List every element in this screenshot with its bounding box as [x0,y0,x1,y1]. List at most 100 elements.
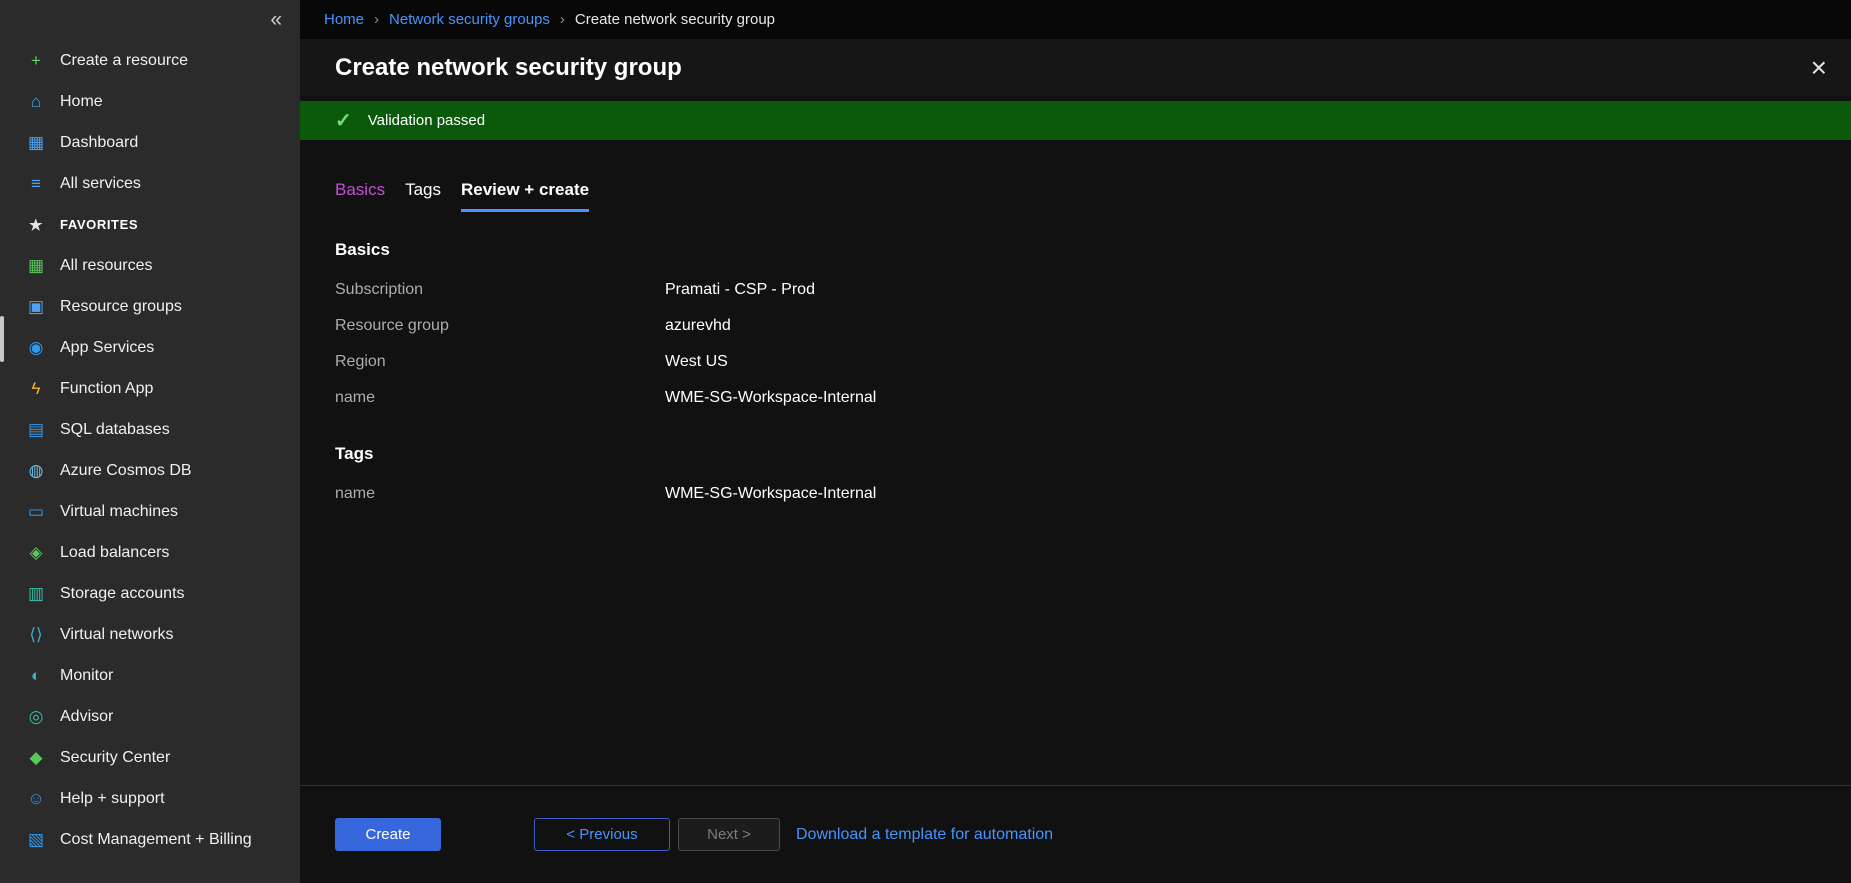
row-value: Pramati - CSP - Prod [665,281,815,299]
sidebar-collapse-button[interactable]: « [0,0,300,40]
review-row-subscription: SubscriptionPramati - CSP - Prod [335,272,1851,308]
all-services-icon: ≡ [24,174,48,194]
sidebar-scrollbar-thumb[interactable] [0,316,4,362]
sidebar-item-security-center[interactable]: ◆ Security Center [0,737,300,778]
virtual-machine-icon: ▭ [24,502,48,522]
row-value: WME-SG-Workspace-Internal [665,389,876,407]
breadcrumb-item-network-security-groups[interactable]: Network security groups [389,11,550,28]
previous-button[interactable]: < Previous [534,818,670,851]
plus-icon: + [24,51,48,71]
sidebar-item-monitor[interactable]: ◐ Monitor [0,655,300,696]
sidebar-item-function-app[interactable]: ϟ Function App [0,368,300,409]
star-icon: ★ [24,216,48,234]
all-resources-icon: ▦ [24,256,48,276]
main-panel: Home › Network security groups › Create netw… [300,0,1851,883]
sidebar-item-label: Virtual networks [60,626,174,644]
sidebar-item-label: SQL databases [60,421,170,439]
sidebar-item-label: App Services [60,339,154,357]
section-tags: Tags nameWME-SG-Workspace-Internal [335,444,1851,512]
sidebar-item-label: Load balancers [60,544,169,562]
resource-groups-icon: ▣ [24,297,48,317]
review-row-region: RegionWest US [335,344,1851,380]
load-balancer-icon: ◈ [24,543,48,563]
breadcrumb-item-home[interactable]: Home [324,11,364,28]
sidebar-item-advisor[interactable]: ◎Advisor [0,696,300,737]
sidebar-item-load-balancers[interactable]: ◈ Load balancers [0,532,300,573]
cosmos-db-icon: ◍ [24,461,48,481]
sidebar-item-label: Virtual machines [60,503,178,521]
virtual-network-icon: ⟨⟩ [24,625,48,645]
sidebar-item-dashboard[interactable]: ▦Dashboard [0,122,300,163]
sidebar-item-label: Help + support [60,790,165,808]
row-value: azurevhd [665,317,731,335]
collapse-chevron-icon: « [270,8,282,32]
sidebar-item-app-services[interactable]: ◉ App Services [0,327,300,368]
storage-account-icon: ▥ [24,584,48,604]
sidebar-item-label: Security Center [60,749,170,767]
sidebar-item-label: Home [60,93,103,111]
section-title: Basics [335,240,1851,260]
tab-review-create[interactable]: Review + create [461,180,589,212]
section-basics: BasicsSubscriptionPramati - CSP - ProdRe… [335,240,1851,416]
sidebar-item-label: Resource groups [60,298,182,316]
row-label: Region [335,353,665,371]
create-button[interactable]: Create [335,818,441,851]
sidebar: « +Create a resource⌂Home▦Dashboard≡All … [0,0,300,883]
breadcrumb-item-create-network-security-group: Create network security group [575,11,775,28]
download-template-link[interactable]: Download a template for automation [796,826,1053,844]
sidebar-item-label: Storage accounts [60,585,185,603]
security-center-icon: ◆ [24,748,48,768]
app-services-icon: ◉ [24,338,48,358]
section-title: Tags [335,444,1851,464]
monitor-icon: ◐ [24,666,48,686]
sidebar-item-label: All resources [60,257,152,275]
breadcrumb: Home › Network security groups › Create netw… [300,0,1851,39]
review-row-resource-group: Resource groupazurevhd [335,308,1851,344]
sidebar-item-label: Monitor [60,667,113,685]
page-header: Create network security group × [300,39,1851,96]
breadcrumb-separator-icon: › [374,11,379,28]
row-label: Resource group [335,317,665,335]
sidebar-item-cost-management-billing[interactable]: ▧Cost Management + Billing [0,819,300,860]
review-content: BasicsSubscriptionPramati - CSP - ProdRe… [300,212,1851,785]
help-support-icon: ☺ [24,789,48,809]
row-label: name [335,485,665,503]
sidebar-item-label: Function App [60,380,153,398]
review-row-name: nameWME-SG-Workspace-Internal [335,476,1851,512]
sidebar-item-storage-accounts[interactable]: ▥ Storage accounts [0,573,300,614]
sidebar-item-resource-groups[interactable]: ▣ Resource groups [0,286,300,327]
azure-portal: « +Create a resource⌂Home▦Dashboard≡All … [0,0,1851,883]
sidebar-item-label: Create a resource [60,52,188,70]
sidebar-item-home[interactable]: ⌂ Home [0,81,300,122]
validation-banner: ✓ Validation passed [300,101,1851,140]
sidebar-item-sql-databases[interactable]: ▤ SQL databases [0,409,300,450]
sidebar-item-virtual-networks[interactable]: ⟨⟩ Virtual networks [0,614,300,655]
breadcrumb-separator-icon: › [560,11,565,28]
function-app-icon: ϟ [24,379,48,399]
page-title: Create network security group [335,54,682,82]
review-row-name: nameWME-SG-Workspace-Internal [335,380,1851,416]
row-label: Subscription [335,281,665,299]
tab-tags[interactable]: Tags [405,180,441,212]
sidebar-item-label: Azure Cosmos DB [60,462,192,480]
sidebar-item-label: Dashboard [60,134,138,152]
footer: Create < Previous Next > Download a temp… [300,785,1851,883]
sidebar-item-favorites: ★ FAVORITES [0,204,300,245]
sidebar-item-label: FAVORITES [60,217,138,232]
advisor-icon: ◎ [24,707,48,727]
home-icon: ⌂ [24,92,48,112]
sidebar-item-label: All services [60,175,141,193]
sidebar-item-azure-cosmos-db[interactable]: ◍ Azure Cosmos DB [0,450,300,491]
sql-database-icon: ▤ [24,420,48,440]
check-icon: ✓ [335,108,352,133]
sidebar-item-virtual-machines[interactable]: ▭ Virtual machines [0,491,300,532]
next-button[interactable]: Next > [678,818,780,851]
tab-basics[interactable]: Basics [335,180,385,212]
sidebar-item-help-support[interactable]: ☺ Help + support [0,778,300,819]
sidebar-item-all-services[interactable]: ≡ All services [0,163,300,204]
cost-billing-icon: ▧ [24,830,48,850]
close-icon[interactable]: × [1811,54,1827,82]
sidebar-item-create-a-resource[interactable]: + Create a resource [0,40,300,81]
validation-message: Validation passed [368,112,485,129]
sidebar-item-all-resources[interactable]: ▦ All resources [0,245,300,286]
